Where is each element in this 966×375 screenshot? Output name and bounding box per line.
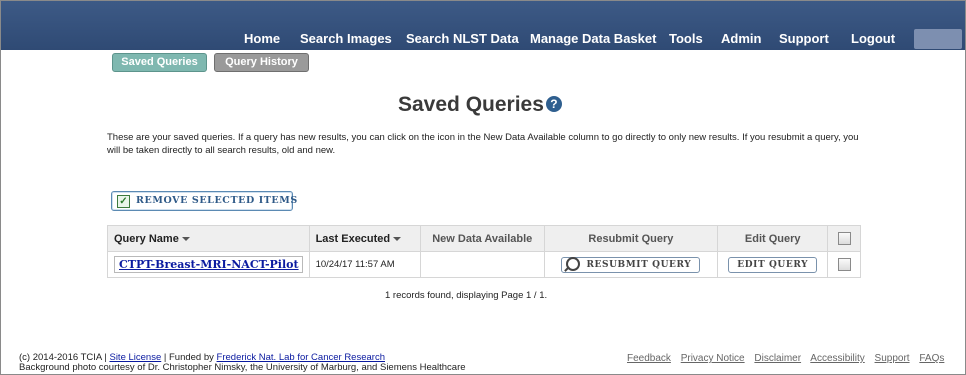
cell-new-data-available [419, 251, 545, 278]
table-row: CTPT-Breast-MRI-NACT-Pilot 10/24/17 11:5… [107, 251, 861, 278]
row-select-checkbox[interactable] [837, 258, 851, 271]
footer-links: Feedback Privacy Notice Disclaimer Acces… [627, 353, 944, 364]
checkbox-checked-icon: ✓ [117, 195, 130, 208]
nav-tools[interactable]: Tools [669, 31, 703, 47]
remove-selected-items-label: REMOVE SELECTED ITEMS [136, 195, 298, 206]
page-frame: Home Search Images Search NLST Data Mana… [0, 0, 966, 375]
cell-query-name: CTPT-Breast-MRI-NACT-Pilot [107, 251, 310, 278]
resubmit-query-label: RESUBMIT QUERY [586, 259, 692, 270]
nav-search-nlst-data[interactable]: Search NLST Data [406, 31, 519, 47]
saved-queries-table: Query Name Last Executed New Data Availa… [107, 225, 861, 278]
cell-resubmit: RESUBMIT QUERY [543, 251, 719, 278]
col-header-last-executed-label: Last Executed [315, 232, 391, 245]
page-title: Saved Queries? [398, 93, 562, 117]
footer-link-accessibility[interactable]: Accessibility [810, 353, 864, 364]
remove-selected-items-button[interactable]: ✓ REMOVE SELECTED ITEMS [111, 191, 297, 211]
edit-query-button[interactable]: EDIT QUERY [728, 256, 818, 273]
nav-search-images[interactable]: Search Images [300, 31, 392, 47]
help-icon[interactable]: ? [545, 96, 562, 112]
col-header-resubmit-query: Resubmit Query [543, 225, 719, 252]
table-header-row: Query Name Last Executed New Data Availa… [107, 225, 861, 252]
footer-link-feedback[interactable]: Feedback [627, 353, 671, 364]
col-header-select-all [827, 225, 861, 252]
select-all-checkbox[interactable] [837, 232, 851, 245]
footer-link-privacy-notice[interactable]: Privacy Notice [681, 353, 745, 364]
footer-link-disclaimer[interactable]: Disclaimer [754, 353, 801, 364]
footer-photo-credit: Background photo courtesy of Dr. Christo… [19, 362, 466, 373]
col-header-last-executed[interactable]: Last Executed [308, 225, 421, 252]
col-header-query-name-label: Query Name [114, 232, 179, 245]
resubmit-query-button[interactable]: RESUBMIT QUERY [561, 256, 701, 273]
page-title-text: Saved Queries [398, 93, 544, 116]
user-name-block [914, 29, 962, 49]
col-header-edit-query: Edit Query [717, 225, 829, 252]
cell-edit: EDIT QUERY [717, 251, 829, 278]
sort-down-icon [393, 236, 402, 241]
footer-link-faqs[interactable]: FAQs [919, 353, 944, 364]
intro-text: These are your saved queries. If a query… [107, 132, 859, 156]
nav-home[interactable]: Home [244, 31, 280, 47]
sort-down-icon [181, 236, 190, 241]
tab-query-history[interactable]: Query History [214, 53, 309, 72]
tab-saved-queries[interactable]: Saved Queries [112, 53, 207, 72]
cell-last-executed: 10/24/17 11:57 AM [308, 251, 421, 278]
query-name-link[interactable]: CTPT-Breast-MRI-NACT-Pilot [114, 256, 303, 273]
nav-support[interactable]: Support [779, 31, 829, 47]
col-header-query-name[interactable]: Query Name [107, 225, 310, 252]
cell-select [827, 251, 861, 278]
nav-logout[interactable]: Logout [851, 31, 895, 47]
footer-link-support[interactable]: Support [875, 353, 910, 364]
records-found-text: 1 records found, displaying Page 1 / 1. [385, 290, 548, 301]
top-nav-bar: Home Search Images Search NLST Data Mana… [1, 1, 965, 50]
nav-admin[interactable]: Admin [721, 31, 761, 47]
nav-manage-data-basket[interactable]: Manage Data Basket [530, 31, 656, 47]
footer-left: (c) 2014-2016 TCIA | Site License | Fund… [19, 353, 466, 373]
magnifier-icon [566, 256, 581, 271]
col-header-new-data-available: New Data Available [419, 225, 545, 252]
